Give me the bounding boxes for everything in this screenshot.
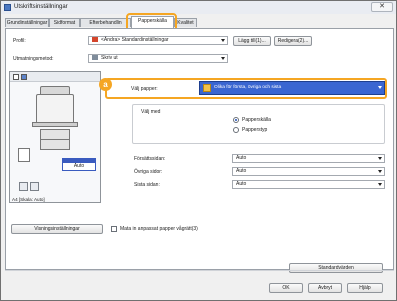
pencil-icon (92, 37, 98, 43)
tab-papperskalla[interactable]: Papperskälla (131, 16, 174, 28)
printer-illustration (36, 94, 74, 124)
close-button[interactable]: ✕ (371, 2, 393, 12)
other-pages-select[interactable]: Auto (232, 167, 385, 176)
select-paper-label: Välj papper: (131, 86, 158, 92)
last-page-value: Auto (236, 181, 247, 187)
printer-icon (92, 55, 98, 61)
display-settings-button[interactable]: Visningsinställningar (11, 224, 103, 234)
restore-defaults-button[interactable]: Standardvärden (289, 263, 383, 273)
radio-paper-source[interactable] (233, 117, 239, 123)
front-cover-value: Auto (236, 155, 247, 161)
radio-paper-source-label: Papperskälla (242, 117, 271, 123)
view-mode-icon[interactable] (13, 74, 19, 80)
callout-badge: a (99, 78, 112, 91)
tab-grundinstallningar[interactable]: Grundinställningar (5, 18, 49, 27)
output-tray (32, 122, 78, 127)
chevron-down-icon (221, 39, 225, 42)
radio-paper-type-label: Papperstyp (242, 127, 268, 133)
divider (5, 270, 394, 271)
auto-source-label[interactable]: Auto (62, 162, 96, 171)
last-page-select[interactable]: Auto (232, 180, 385, 189)
custom-paper-label: Mata in anpassat papper vågrätt(3) (120, 226, 198, 232)
paper-swatch-left (18, 148, 30, 162)
output-method-value: Skriv ut (101, 55, 118, 61)
last-page-label: Sista sidan: (134, 182, 160, 188)
title-bar: Utskriftsinställningar ✕ (1, 1, 396, 14)
chevron-down-icon (378, 86, 382, 89)
tab-kvalitet[interactable]: Kvalitet (174, 18, 197, 27)
printer-view-icon[interactable] (21, 74, 27, 80)
profile-value: <Ändra> Standardinställningar (101, 37, 169, 43)
tab-efterbehandling[interactable]: Efterbehandlin (80, 18, 131, 27)
front-cover-select[interactable]: Auto (232, 154, 385, 163)
window-title: Utskriftsinställningar (14, 4, 68, 10)
chevron-down-icon (221, 57, 225, 60)
paper-stack-icon (203, 84, 211, 92)
paper-drawer-2 (40, 139, 70, 150)
output-method-label: Utmatningsmetod: (13, 56, 54, 62)
chevron-down-icon (378, 170, 382, 173)
printer-preview: Auto A4 [Skala: Auto] (9, 71, 101, 203)
page-view-icon[interactable] (19, 182, 28, 191)
tab-sidformat[interactable]: Sidformat (49, 18, 80, 27)
settings-view-icon[interactable] (30, 182, 39, 191)
ok-button[interactable]: OK (269, 283, 303, 293)
chevron-down-icon (378, 157, 382, 160)
other-pages-label: Övriga sidor: (134, 169, 163, 175)
edit-profile-button[interactable]: Redigera(2)... (274, 36, 312, 46)
print-settings-window: Utskriftsinställningar ✕ Grundinställnin… (0, 0, 397, 301)
profile-label: Profil: (13, 38, 26, 44)
other-pages-value: Auto (236, 168, 247, 174)
custom-paper-checkbox[interactable] (111, 226, 117, 232)
profile-select[interactable]: <Ändra> Standardinställningar (88, 36, 228, 45)
add-profile-button[interactable]: Lägg till(1)... (233, 36, 271, 46)
preview-toolbar (10, 72, 100, 82)
chevron-down-icon (378, 183, 382, 186)
radio-paper-type[interactable] (233, 127, 239, 133)
select-paper-dropdown[interactable]: Olika för första, övriga och sista (199, 81, 385, 95)
select-paper-value: Olika för första, övriga och sista (214, 85, 282, 90)
select-by-label: Välj med (141, 109, 161, 115)
select-by-group (132, 104, 385, 144)
cancel-button[interactable]: Avbryt (308, 283, 342, 293)
printer-app-icon (4, 4, 11, 11)
help-button[interactable]: Hjälp (347, 283, 383, 293)
preview-caption: A4 [Skala: Auto] (12, 197, 45, 202)
front-cover-label: Försättssidan: (134, 156, 166, 162)
output-method-select[interactable]: Skriv ut (88, 54, 228, 63)
